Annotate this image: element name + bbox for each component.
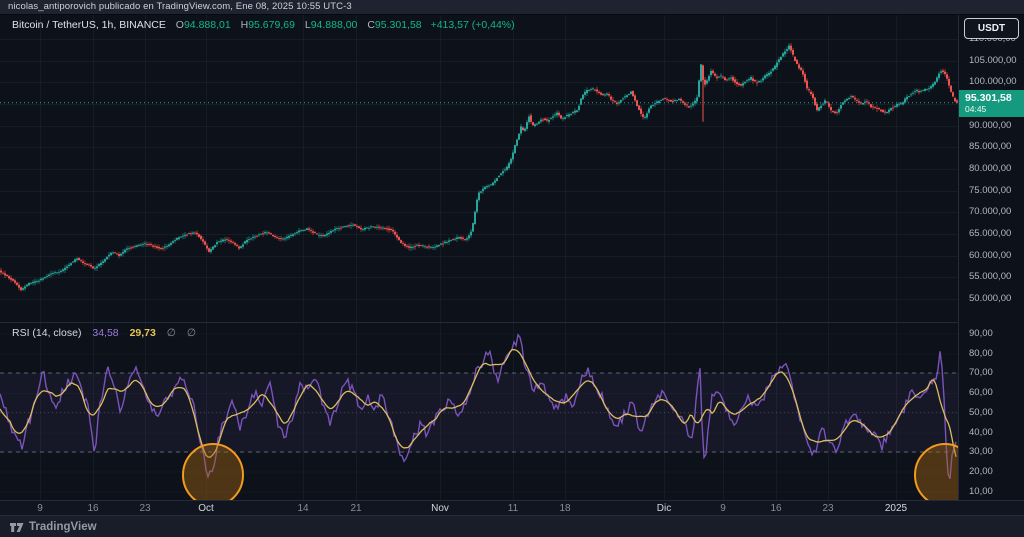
time-tick-label: 16 bbox=[87, 502, 98, 515]
rsi-title[interactable]: RSI (14, close) bbox=[12, 327, 81, 339]
time-axis[interactable]: 9 16 23 Oct 14 21 Nov 11 18 Dic 9 16 23 2025 bbox=[0, 500, 1024, 515]
publication-text: nicolas_antiporovich publicado en Tradin… bbox=[8, 1, 352, 12]
last-price-value: 95.301,58 bbox=[965, 92, 1024, 104]
high-value: 95.679,69 bbox=[248, 19, 295, 31]
time-tick-label: Oct bbox=[198, 502, 214, 515]
rsi-value: 34,58 bbox=[92, 327, 118, 339]
rsi-tick-label: 70,00 bbox=[969, 367, 993, 379]
low-value: 94.888,00 bbox=[311, 19, 358, 31]
price-tick-label: 60.000,00 bbox=[969, 250, 1011, 262]
bar-countdown: 04:45 bbox=[965, 104, 1024, 114]
candlestick-canvas[interactable] bbox=[0, 15, 958, 322]
time-tick-label: 21 bbox=[350, 502, 361, 515]
rsi-tick-label: 10,00 bbox=[969, 486, 993, 498]
publication-bar: nicolas_antiporovich publicado en Tradin… bbox=[0, 0, 1024, 15]
tradingview-logo[interactable]: TradingView bbox=[10, 520, 97, 534]
last-price-badge[interactable]: 95.301,58 04:45 bbox=[959, 90, 1024, 117]
time-tick-label: 23 bbox=[822, 502, 833, 515]
open-label: O bbox=[176, 19, 184, 31]
price-tick-label: 90.000,00 bbox=[969, 120, 1011, 132]
footer-bar: TradingView bbox=[0, 515, 1024, 537]
rsi-tick-label: 90,00 bbox=[969, 328, 993, 340]
symbol-legend[interactable]: Bitcoin / TetherUS, 1h, BINANCE O94.888,… bbox=[12, 19, 515, 31]
time-tick-label: 23 bbox=[139, 502, 150, 515]
rsi-tick-label: 40,00 bbox=[969, 427, 993, 439]
time-tick-label: Dic bbox=[657, 502, 671, 515]
price-tick-label: 65.000,00 bbox=[969, 228, 1011, 240]
time-tick-label: 9 bbox=[720, 502, 726, 515]
price-tick-label: 100.000,00 bbox=[969, 76, 1017, 88]
rsi-tick-label: 80,00 bbox=[969, 348, 993, 360]
price-tick-label: 105.000,00 bbox=[969, 55, 1017, 67]
time-tick-label: 14 bbox=[297, 502, 308, 515]
price-tick-label: 80.000,00 bbox=[969, 163, 1011, 175]
tradingview-logo-icon bbox=[10, 520, 24, 534]
change-value: +413,57 (+0,44%) bbox=[431, 19, 515, 31]
time-tick-label: 11 bbox=[508, 502, 518, 515]
rsi-tick-label: 20,00 bbox=[969, 466, 993, 478]
time-tick-label: Nov bbox=[431, 502, 449, 515]
currency-toggle-button[interactable]: USDT bbox=[964, 18, 1019, 39]
rsi-legend[interactable]: RSI (14, close) 34,58 29,73 ∅ ∅ bbox=[12, 327, 200, 339]
rsi-tick-label: 30,00 bbox=[969, 446, 993, 458]
price-axis[interactable]: USDT 110.000,00105.000,00100.000,0095.00… bbox=[958, 15, 1024, 500]
price-pane[interactable]: Bitcoin / TetherUS, 1h, BINANCE O94.888,… bbox=[0, 15, 958, 322]
price-tick-label: 50.000,00 bbox=[969, 293, 1011, 305]
symbol-title[interactable]: Bitcoin / TetherUS, 1h, BINANCE bbox=[12, 19, 166, 31]
time-tick-label: 9 bbox=[37, 502, 43, 515]
tradingview-logo-text: TradingView bbox=[29, 521, 97, 533]
close-value: 95.301,58 bbox=[375, 19, 422, 31]
price-tick-label: 85.000,00 bbox=[969, 141, 1011, 153]
price-tick-label: 75.000,00 bbox=[969, 185, 1011, 197]
close-label: C bbox=[367, 19, 375, 31]
open-value: 94.888,01 bbox=[184, 19, 231, 31]
rsi-ma-value: 29,73 bbox=[130, 327, 156, 339]
time-tick-label: 18 bbox=[559, 502, 570, 515]
rsi-tick-label: 50,00 bbox=[969, 407, 993, 419]
rsi-tick-label: 60,00 bbox=[969, 387, 993, 399]
rsi-canvas[interactable] bbox=[0, 323, 958, 500]
rsi-pane[interactable]: RSI (14, close) 34,58 29,73 ∅ ∅ bbox=[0, 322, 958, 500]
time-tick-label: 16 bbox=[770, 502, 781, 515]
rsi-empty-values: ∅ ∅ bbox=[167, 327, 200, 339]
price-tick-label: 70.000,00 bbox=[969, 206, 1011, 218]
time-tick-label: 2025 bbox=[885, 502, 907, 515]
price-tick-label: 55.000,00 bbox=[969, 271, 1011, 283]
